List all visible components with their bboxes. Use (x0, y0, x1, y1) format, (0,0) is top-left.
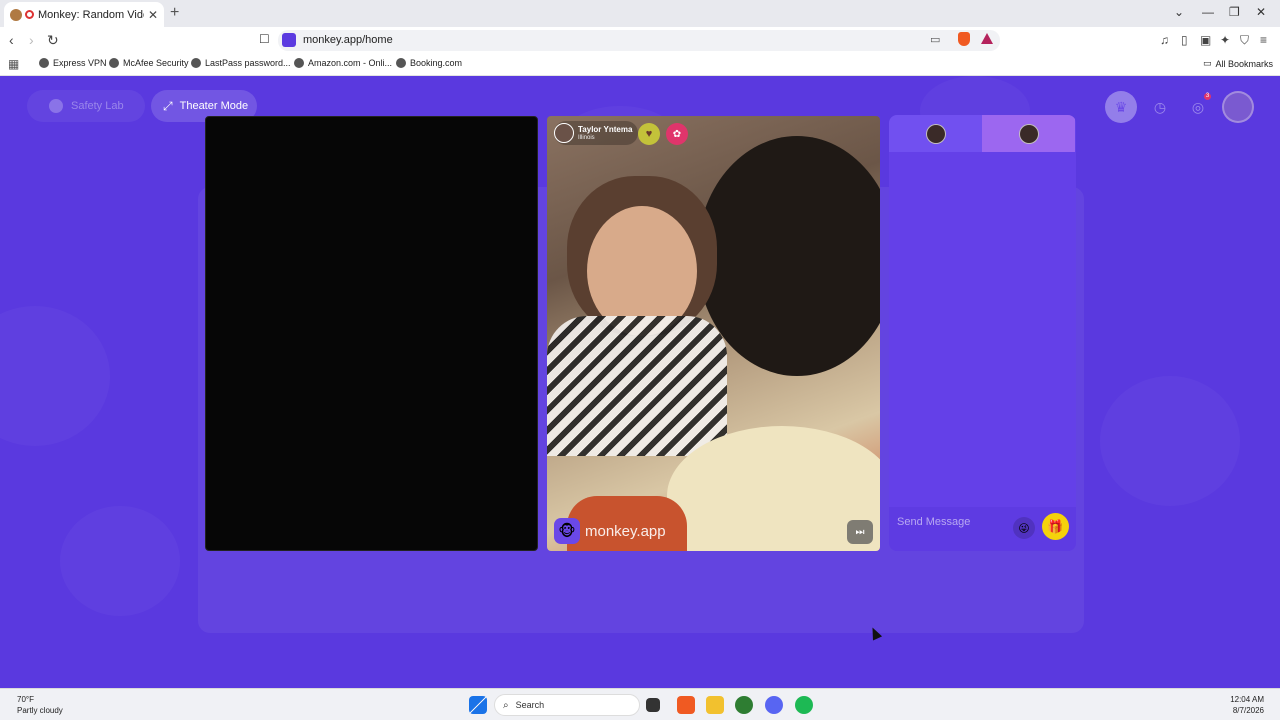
crown-icon[interactable]: ♛ (1105, 91, 1137, 123)
browser-toolbar: ‹ › ↻ ☐ monkey.app/home ▭ ♫ ▯ ▣ ✦ ⛉ ≡ (0, 27, 1280, 53)
minimize-icon[interactable]: — (1202, 5, 1214, 19)
background-blob (60, 506, 180, 616)
safety-lab-button[interactable]: Safety Lab (27, 90, 145, 122)
messages-icon[interactable]: ◎ 3 (1182, 91, 1214, 123)
gift-icon[interactable]: 🎁 (1042, 513, 1069, 540)
tab-close-icon[interactable]: ✕ (148, 8, 158, 22)
peer-info[interactable]: Taylor Yntema Illinois (554, 121, 639, 145)
history-icon[interactable]: ◷ (1144, 91, 1176, 123)
bookmark-item[interactable]: Express VPN (39, 58, 107, 68)
vpn-icon[interactable]: ⛉ (1240, 33, 1249, 48)
window-close-icon[interactable]: ✕ (1256, 5, 1266, 19)
message-input[interactable]: Send Message 😜 🎁 (889, 507, 1076, 551)
cast-icon[interactable]: ▭ (930, 33, 940, 46)
sidebar-icon[interactable]: ▯ (1181, 33, 1188, 47)
bookmark-item[interactable]: McAfee Security (109, 58, 189, 68)
file-explorer-icon[interactable] (706, 696, 724, 714)
app-taskbar-icon[interactable] (735, 696, 753, 714)
globe-icon (109, 58, 119, 68)
globe-icon (191, 58, 201, 68)
tab-monkey[interactable]: Monkey: Random Video Chat ✕ (4, 2, 164, 27)
background-blob (1100, 376, 1240, 506)
weather-widget[interactable]: 70°F Partly cloudy (17, 694, 63, 716)
shield-icon (49, 99, 63, 113)
tab-search-chevron-icon[interactable]: ⌄ (1174, 5, 1184, 19)
tab-strip: Monkey: Random Video Chat ✕ + ⌄ — ❐ ✕ (0, 0, 1280, 27)
emoji-icon[interactable]: 😜 (1013, 517, 1035, 539)
background-blob (0, 306, 110, 446)
message-placeholder: Send Message (897, 516, 971, 528)
monkey-favicon-icon (10, 8, 22, 21)
chat-panel: Send Message 😜 🎁 (889, 115, 1076, 551)
notification-badge: 3 (1204, 93, 1211, 100)
system-clock[interactable]: 12:04 AM 8/7/2026 (1230, 694, 1264, 716)
media-icon[interactable]: ♫ (1160, 33, 1169, 47)
wallet-icon[interactable]: ▣ (1200, 33, 1211, 47)
address-bar[interactable]: monkey.app/home ▭ (278, 30, 1000, 51)
brand-text: monkey.app (585, 522, 666, 540)
windows-start-icon[interactable] (469, 696, 487, 714)
bookmark-page-icon[interactable]: ☐ (259, 32, 270, 46)
folder-icon: ▭ (1203, 58, 1212, 68)
forward-icon[interactable]: › (29, 32, 34, 48)
tab-title: Monkey: Random Video Chat (38, 8, 144, 21)
brave-rewards-icon[interactable] (981, 33, 993, 44)
chat-tab-self[interactable] (982, 115, 1075, 152)
monkey-logo-icon: 🐵 (554, 518, 580, 544)
peer-name: Taylor Yntema (578, 124, 633, 134)
chat-tab-peer[interactable] (889, 115, 982, 152)
all-bookmarks[interactable]: ▭ All Bookmarks (1203, 58, 1273, 69)
apps-grid-icon[interactable]: ▦ (8, 57, 19, 71)
bookmark-item[interactable]: Amazon.com - Onli... (294, 58, 392, 68)
peer-video-shape (547, 316, 727, 456)
peer-video: Taylor Yntema Illinois ♥ ✿ 🐵 monkey.app … (547, 116, 880, 551)
heart-icon[interactable]: ♥ (638, 123, 660, 145)
new-tab-button[interactable]: + (170, 4, 179, 22)
profile-avatar[interactable] (1222, 91, 1254, 123)
reload-icon[interactable]: ↻ (47, 32, 59, 49)
recording-icon (25, 10, 34, 19)
brave-taskbar-icon[interactable] (677, 696, 695, 714)
brave-shields-icon[interactable] (958, 32, 970, 46)
site-info-icon[interactable] (282, 33, 296, 47)
peer-avatar (554, 123, 574, 143)
bookmark-item[interactable]: Booking.com (396, 58, 462, 68)
skip-button[interactable]: ⏭ (847, 520, 873, 544)
expand-icon: ⤢ (163, 98, 173, 113)
peer-video-shape (697, 136, 880, 376)
self-video (205, 116, 538, 551)
search-icon: ⌕ (503, 699, 509, 711)
back-icon[interactable]: ‹ (9, 32, 14, 48)
peer-location: Illinois (578, 134, 595, 141)
maximize-icon[interactable]: ❐ (1229, 5, 1240, 19)
globe-icon (396, 58, 406, 68)
bookmarks-bar: ▦ Express VPN McAfee Security LastPass p… (0, 53, 1280, 76)
task-view-icon[interactable] (646, 698, 660, 712)
address-url: monkey.app/home (303, 34, 393, 46)
brand-watermark: 🐵 monkey.app (554, 518, 666, 544)
rose-icon[interactable]: ✿ (666, 123, 688, 145)
bookmark-item[interactable]: LastPass password... (191, 58, 291, 68)
peer-avatar (925, 123, 946, 144)
app-taskbar-icon[interactable] (795, 696, 813, 714)
menu-icon[interactable]: ≡ (1260, 33, 1267, 47)
windows-taskbar: 70°F Partly cloudy ⌕ Search 12:04 AM 8/7… (0, 688, 1280, 720)
discord-icon[interactable] (765, 696, 783, 714)
self-avatar (1018, 123, 1039, 144)
taskbar-search[interactable]: ⌕ Search (494, 694, 640, 716)
globe-icon (39, 58, 49, 68)
globe-icon (294, 58, 304, 68)
leo-ai-icon[interactable]: ✦ (1220, 33, 1230, 47)
